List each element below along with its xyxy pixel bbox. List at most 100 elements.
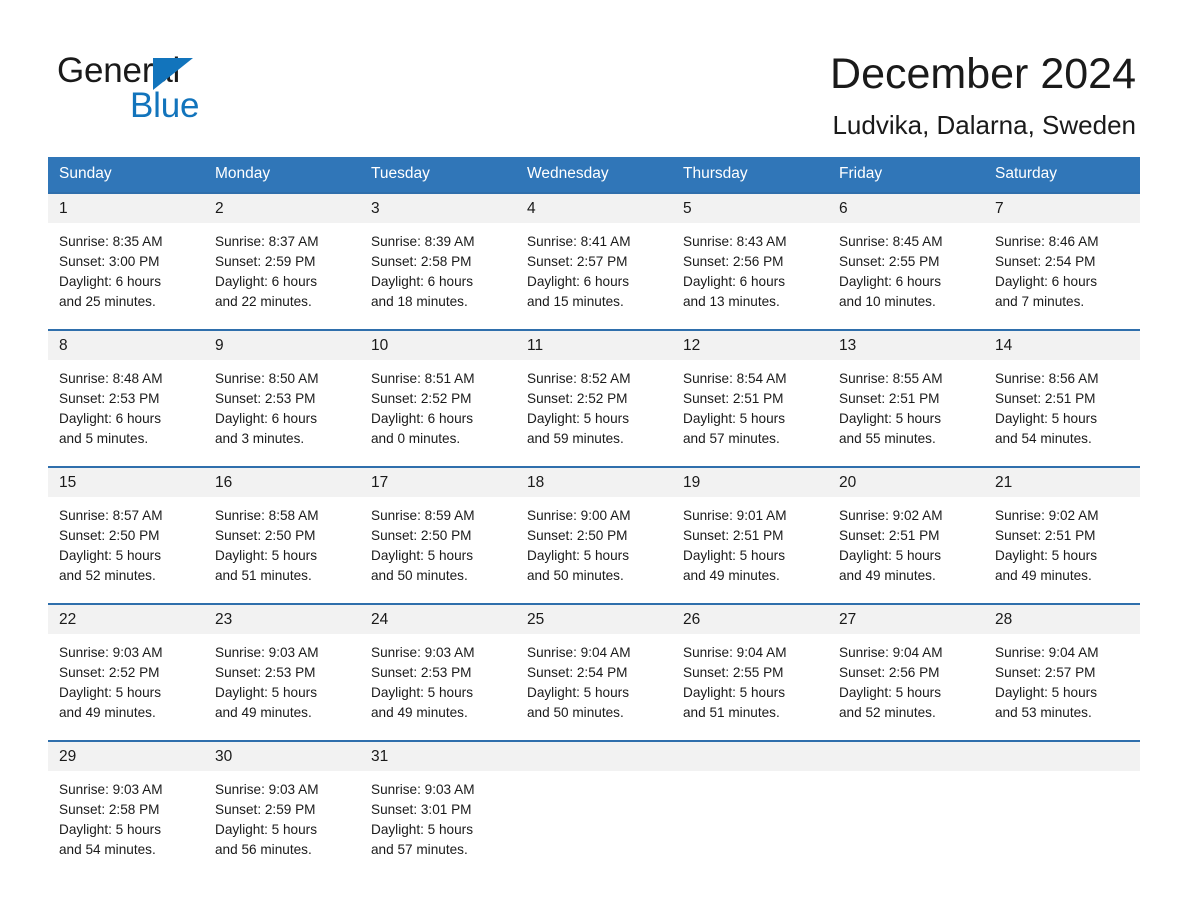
calendar-table: Sunday Monday Tuesday Wednesday Thursday… xyxy=(48,157,1140,877)
day-cell-details: Sunrise: 8:56 AM Sunset: 2:51 PM Daylight:… xyxy=(984,360,1140,449)
sunrise-text: Sunrise: 8:48 AM xyxy=(59,371,163,386)
calendar-day-cell[interactable]: 7 Sunrise: 8:46 AM Sunset: 2:54 PM Daylight… xyxy=(984,192,1140,330)
day-cell-inner xyxy=(516,742,672,877)
day-cell-details xyxy=(672,771,828,780)
daylight-text-line1: Daylight: 5 hours xyxy=(683,548,786,563)
calendar-day-cell[interactable]: 4 Sunrise: 8:41 AM Sunset: 2:57 PM Daylight… xyxy=(516,192,672,330)
daylight-text-line2: and 49 minutes. xyxy=(839,568,936,583)
daylight-text-line1: Daylight: 5 hours xyxy=(59,685,162,700)
sunset-text: Sunset: 2:53 PM xyxy=(371,665,472,680)
calendar-day-cell[interactable]: 9 Sunrise: 8:50 AM Sunset: 2:53 PM Daylight… xyxy=(204,329,360,467)
sunset-text: Sunset: 3:01 PM xyxy=(371,802,472,817)
weekday-header-row: Sunday Monday Tuesday Wednesday Thursday… xyxy=(48,157,1140,193)
calendar-day-cell[interactable]: 19 Sunrise: 9:01 AM Sunset: 2:51 PM Dayligh… xyxy=(672,466,828,604)
calendar-day-cell[interactable]: 29 Sunrise: 9:03 AM Sunset: 2:58 PM Dayligh… xyxy=(48,740,204,877)
calendar-week-row: 8 Sunrise: 8:48 AM Sunset: 2:53 PM Daylight… xyxy=(48,329,1140,467)
day-cell-details xyxy=(828,771,984,780)
day-cell-details: Sunrise: 9:00 AM Sunset: 2:50 PM Daylight:… xyxy=(516,497,672,586)
day-cell-inner: 22 Sunrise: 9:03 AM Sunset: 2:52 PM Dayligh… xyxy=(48,605,204,740)
daylight-text-line2: and 25 minutes. xyxy=(59,294,156,309)
calendar-day-cell[interactable]: 31 Sunrise: 9:03 AM Sunset: 3:01 PM Dayligh… xyxy=(360,740,516,877)
calendar-day-cell[interactable]: 23 Sunrise: 9:03 AM Sunset: 2:53 PM Dayligh… xyxy=(204,603,360,741)
calendar-day-cell[interactable]: 3 Sunrise: 8:39 AM Sunset: 2:58 PM Daylight… xyxy=(360,192,516,330)
day-number: 4 xyxy=(516,194,672,223)
calendar-day-cell[interactable]: 30 Sunrise: 9:03 AM Sunset: 2:59 PM Dayligh… xyxy=(204,740,360,877)
calendar-day-cell[interactable]: 28 Sunrise: 9:04 AM Sunset: 2:57 PM Dayligh… xyxy=(984,603,1140,741)
daylight-text-line1: Daylight: 5 hours xyxy=(995,685,1098,700)
calendar-day-cell[interactable]: 22 Sunrise: 9:03 AM Sunset: 2:52 PM Dayligh… xyxy=(48,603,204,741)
day-cell-inner: 9 Sunrise: 8:50 AM Sunset: 2:53 PM Daylight… xyxy=(204,331,360,466)
sunrise-text: Sunrise: 8:50 AM xyxy=(215,371,319,386)
sunset-text: Sunset: 2:50 PM xyxy=(371,528,472,543)
calendar-day-cell[interactable]: 27 Sunrise: 9:04 AM Sunset: 2:56 PM Dayligh… xyxy=(828,603,984,741)
daylight-text-line1: Daylight: 6 hours xyxy=(371,274,474,289)
day-cell-details: Sunrise: 8:58 AM Sunset: 2:50 PM Daylight:… xyxy=(204,497,360,586)
day-cell-details: Sunrise: 8:41 AM Sunset: 2:57 PM Daylight:… xyxy=(516,223,672,312)
daylight-text-line2: and 56 minutes. xyxy=(215,842,312,857)
calendar-day-cell[interactable]: 6 Sunrise: 8:45 AM Sunset: 2:55 PM Daylight… xyxy=(828,192,984,330)
daylight-text-line2: and 49 minutes. xyxy=(215,705,312,720)
daylight-text-line2: and 15 minutes. xyxy=(527,294,624,309)
daylight-text-line2: and 7 minutes. xyxy=(995,294,1085,309)
calendar-week-row: 22 Sunrise: 9:03 AM Sunset: 2:52 PM Dayligh… xyxy=(48,603,1140,741)
calendar-day-cell[interactable]: 2 Sunrise: 8:37 AM Sunset: 2:59 PM Daylight… xyxy=(204,192,360,330)
daylight-text-line2: and 13 minutes. xyxy=(683,294,780,309)
sunset-text: Sunset: 2:58 PM xyxy=(59,802,160,817)
daylight-text-line1: Daylight: 6 hours xyxy=(215,274,318,289)
logo-text-blue: Blue xyxy=(130,86,200,125)
weekday-header-monday: Monday xyxy=(204,157,360,193)
day-number: 21 xyxy=(984,468,1140,497)
calendar-day-cell[interactable] xyxy=(828,740,984,877)
sunrise-text: Sunrise: 9:00 AM xyxy=(527,508,631,523)
sunrise-text: Sunrise: 8:45 AM xyxy=(839,234,943,249)
calendar-day-cell[interactable]: 16 Sunrise: 8:58 AM Sunset: 2:50 PM Dayligh… xyxy=(204,466,360,604)
daylight-text-line1: Daylight: 5 hours xyxy=(371,548,474,563)
daylight-text-line1: Daylight: 5 hours xyxy=(839,411,942,426)
calendar-day-cell[interactable]: 24 Sunrise: 9:03 AM Sunset: 2:53 PM Dayligh… xyxy=(360,603,516,741)
day-cell-inner: 16 Sunrise: 8:58 AM Sunset: 2:50 PM Dayligh… xyxy=(204,468,360,603)
calendar-day-cell[interactable]: 17 Sunrise: 8:59 AM Sunset: 2:50 PM Dayligh… xyxy=(360,466,516,604)
weekday-header-friday: Friday xyxy=(828,157,984,193)
sunrise-text: Sunrise: 9:03 AM xyxy=(371,645,475,660)
calendar-day-cell[interactable]: 15 Sunrise: 8:57 AM Sunset: 2:50 PM Dayligh… xyxy=(48,466,204,604)
calendar-day-cell[interactable]: 5 Sunrise: 8:43 AM Sunset: 2:56 PM Daylight… xyxy=(672,192,828,330)
sunset-text: Sunset: 2:55 PM xyxy=(683,665,784,680)
calendar-day-cell[interactable]: 13 Sunrise: 8:55 AM Sunset: 2:51 PM Dayligh… xyxy=(828,329,984,467)
calendar-day-cell[interactable]: 20 Sunrise: 9:02 AM Sunset: 2:51 PM Dayligh… xyxy=(828,466,984,604)
sunrise-text: Sunrise: 9:02 AM xyxy=(839,508,943,523)
daylight-text-line1: Daylight: 5 hours xyxy=(839,548,942,563)
day-cell-inner: 4 Sunrise: 8:41 AM Sunset: 2:57 PM Daylight… xyxy=(516,194,672,329)
sunset-text: Sunset: 2:51 PM xyxy=(995,391,1096,406)
day-number: 8 xyxy=(48,331,204,360)
day-number: 20 xyxy=(828,468,984,497)
calendar-day-cell[interactable]: 21 Sunrise: 9:02 AM Sunset: 2:51 PM Dayligh… xyxy=(984,466,1140,604)
daylight-text-line2: and 59 minutes. xyxy=(527,431,624,446)
day-number xyxy=(672,742,828,771)
day-cell-inner xyxy=(828,742,984,877)
calendar-day-cell[interactable] xyxy=(672,740,828,877)
general-blue-logo[interactable]: General Blue xyxy=(57,52,397,132)
daylight-text-line2: and 55 minutes. xyxy=(839,431,936,446)
day-cell-inner: 24 Sunrise: 9:03 AM Sunset: 2:53 PM Dayligh… xyxy=(360,605,516,740)
calendar-day-cell[interactable]: 1 Sunrise: 8:35 AM Sunset: 3:00 PM Daylight… xyxy=(48,192,204,330)
calendar-day-cell[interactable]: 14 Sunrise: 8:56 AM Sunset: 2:51 PM Dayligh… xyxy=(984,329,1140,467)
day-number: 28 xyxy=(984,605,1140,634)
calendar-day-cell[interactable]: 25 Sunrise: 9:04 AM Sunset: 2:54 PM Dayligh… xyxy=(516,603,672,741)
calendar-day-cell[interactable]: 18 Sunrise: 9:00 AM Sunset: 2:50 PM Dayligh… xyxy=(516,466,672,604)
calendar-day-cell[interactable]: 10 Sunrise: 8:51 AM Sunset: 2:52 PM Dayligh… xyxy=(360,329,516,467)
day-cell-inner: 20 Sunrise: 9:02 AM Sunset: 2:51 PM Dayligh… xyxy=(828,468,984,603)
day-cell-inner: 11 Sunrise: 8:52 AM Sunset: 2:52 PM Dayligh… xyxy=(516,331,672,466)
daylight-text-line2: and 53 minutes. xyxy=(995,705,1092,720)
day-cell-details: Sunrise: 9:03 AM Sunset: 3:01 PM Daylight:… xyxy=(360,771,516,860)
calendar-day-cell[interactable]: 8 Sunrise: 8:48 AM Sunset: 2:53 PM Daylight… xyxy=(48,329,204,467)
calendar-day-cell[interactable]: 12 Sunrise: 8:54 AM Sunset: 2:51 PM Dayligh… xyxy=(672,329,828,467)
calendar-day-cell[interactable] xyxy=(516,740,672,877)
daylight-text-line1: Daylight: 5 hours xyxy=(371,822,474,837)
sunrise-text: Sunrise: 8:43 AM xyxy=(683,234,787,249)
calendar-day-cell[interactable] xyxy=(984,740,1140,877)
calendar-day-cell[interactable]: 26 Sunrise: 9:04 AM Sunset: 2:55 PM Dayligh… xyxy=(672,603,828,741)
day-cell-inner: 19 Sunrise: 9:01 AM Sunset: 2:51 PM Dayligh… xyxy=(672,468,828,603)
day-cell-inner: 26 Sunrise: 9:04 AM Sunset: 2:55 PM Dayligh… xyxy=(672,605,828,740)
day-cell-inner xyxy=(984,742,1140,877)
calendar-day-cell[interactable]: 11 Sunrise: 8:52 AM Sunset: 2:52 PM Dayligh… xyxy=(516,329,672,467)
